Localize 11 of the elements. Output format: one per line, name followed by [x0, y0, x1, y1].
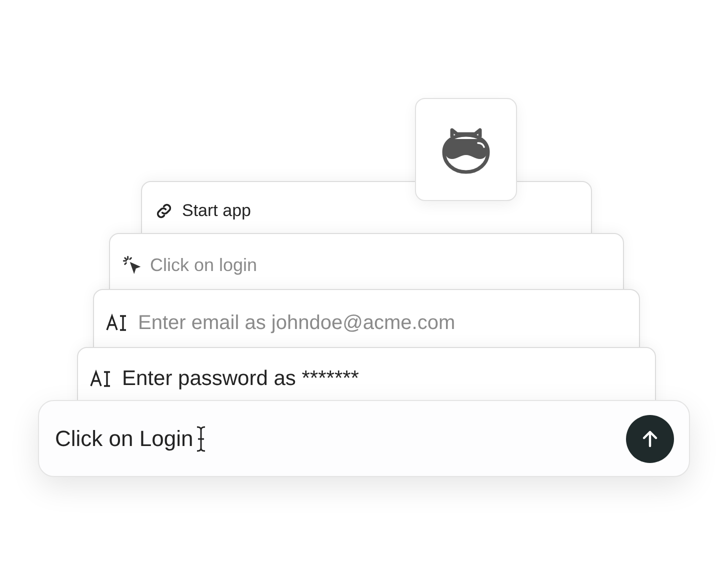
pointer-click-icon — [122, 255, 142, 275]
prompt-field[interactable]: Click on Login — [38, 400, 690, 477]
step-label: Enter email as johndoe@acme.com — [138, 312, 456, 334]
step-label: Click on login — [150, 254, 258, 276]
text-cursor-icon — [195, 424, 208, 452]
prompt-text: Click on Login — [55, 426, 194, 452]
arrow-up-icon — [640, 428, 660, 448]
step-label: Start app — [182, 200, 251, 222]
step-label: Enter password as ******* — [122, 368, 359, 390]
send-button[interactable] — [626, 414, 674, 462]
link-icon — [154, 201, 174, 221]
